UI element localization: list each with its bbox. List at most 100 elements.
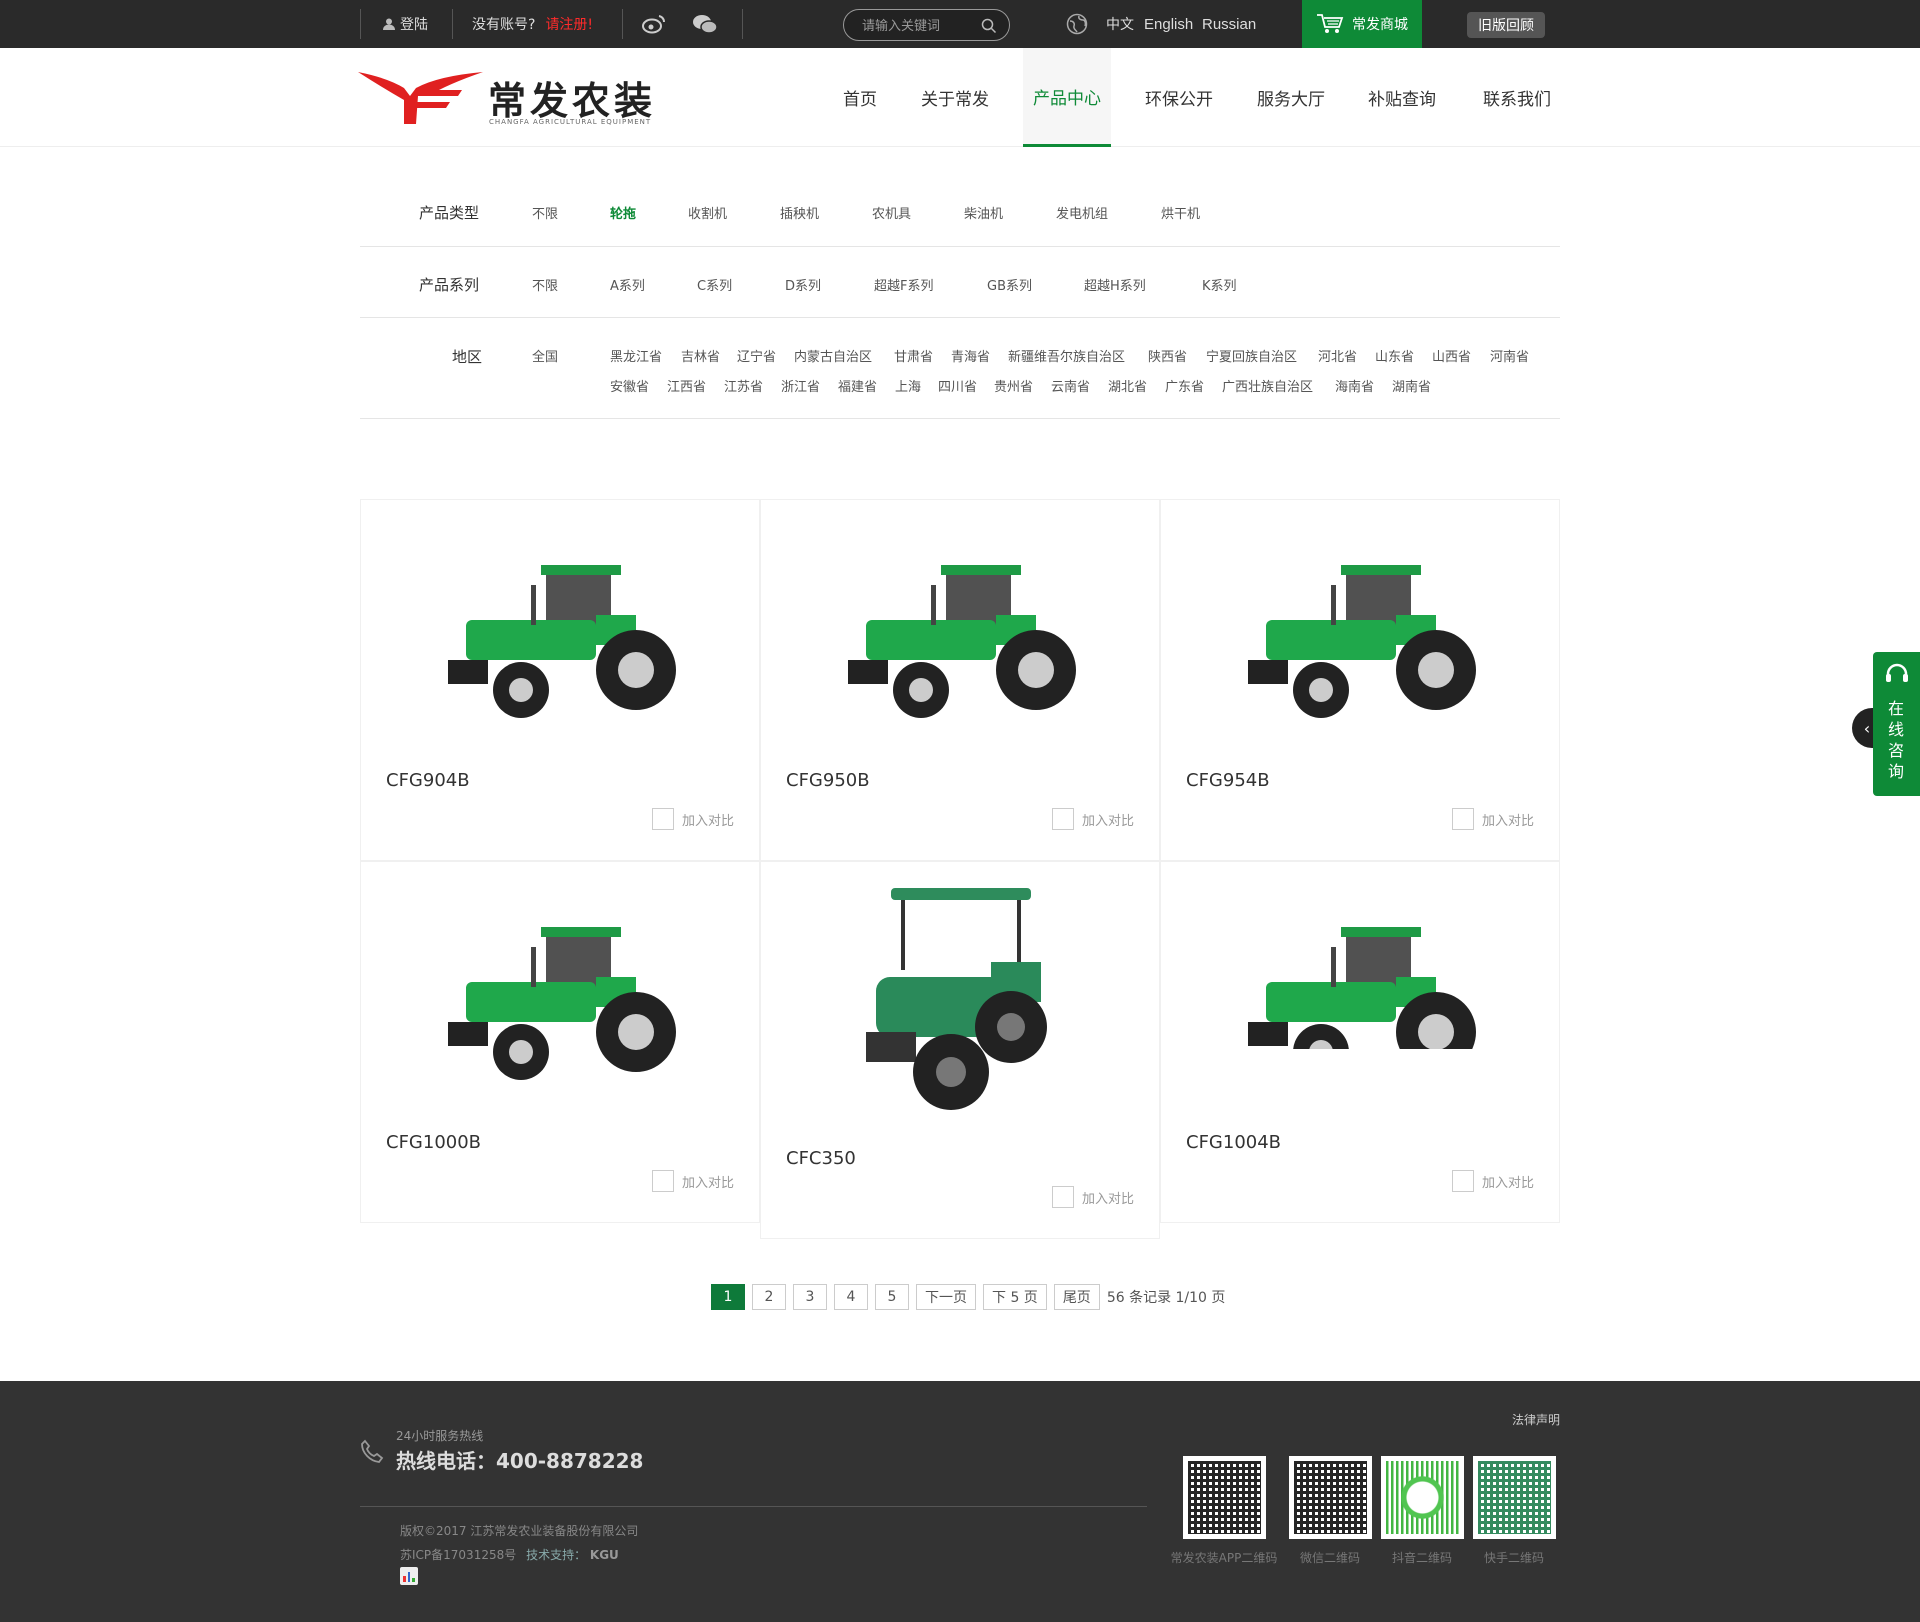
compare-toggle[interactable]: 加入对比 <box>1051 808 1134 830</box>
register-link[interactable]: 请注册! <box>545 14 593 34</box>
compare-toggle[interactable]: 加入对比 <box>1451 808 1534 830</box>
filter-series-option[interactable]: 超越H系列 <box>1084 275 1146 294</box>
compare-toggle[interactable]: 加入对比 <box>651 1170 734 1192</box>
region-option[interactable]: 湖南省 <box>1392 376 1431 395</box>
search-icon[interactable] <box>981 18 997 34</box>
product-card[interactable]: CFG950B 加入对比 <box>760 499 1160 861</box>
nav-about[interactable]: 关于常发 <box>910 48 1000 147</box>
compare-toggle[interactable]: 加入对比 <box>651 808 734 830</box>
filter-series-option[interactable]: 不限 <box>532 275 558 294</box>
region-option[interactable]: 内蒙古自治区 <box>794 346 872 365</box>
region-option[interactable]: 新疆维吾尔族自治区 <box>1008 346 1125 365</box>
region-option[interactable]: 吉林省 <box>681 346 720 365</box>
filter-type-option[interactable]: 农机具 <box>872 203 911 222</box>
product-card[interactable]: CFC350 加入对比 <box>760 861 1160 1239</box>
login-link[interactable]: 登陆 <box>382 0 428 48</box>
region-option[interactable]: 黑龙江省 <box>610 346 662 365</box>
product-card[interactable]: CFG1000B 加入对比 <box>360 861 760 1223</box>
filter-type-option[interactable]: 不限 <box>532 203 558 222</box>
old-version-button[interactable]: 旧版回顾 <box>1467 12 1545 38</box>
nav-environment[interactable]: 环保公开 <box>1134 48 1224 147</box>
product-card[interactable]: CFG1004B 加入对比 <box>1160 861 1560 1223</box>
filter-type-option[interactable]: 插秧机 <box>780 203 819 222</box>
product-name[interactable]: CFG1000B <box>386 1132 481 1153</box>
filter-series-option[interactable]: K系列 <box>1202 275 1237 294</box>
shop-button[interactable]: 常发商城 <box>1302 0 1422 48</box>
region-option[interactable]: 河南省 <box>1490 346 1529 365</box>
wechat-icon[interactable] <box>692 0 718 48</box>
search-input[interactable] <box>862 16 977 36</box>
product-name[interactable]: CFG904B <box>386 770 470 791</box>
next-page-button[interactable]: 下一页 <box>916 1284 976 1310</box>
region-option[interactable]: 陕西省 <box>1148 346 1187 365</box>
filter-series-option[interactable]: D系列 <box>785 275 821 294</box>
region-option[interactable]: 甘肃省 <box>894 346 933 365</box>
next-5-pages-button[interactable]: 下 5 页 <box>983 1284 1047 1310</box>
region-option[interactable]: 广东省 <box>1165 376 1204 395</box>
compare-checkbox[interactable] <box>1051 1186 1074 1208</box>
product-name[interactable]: CFC350 <box>786 1148 856 1169</box>
filter-type-option[interactable]: 柴油机 <box>964 203 1003 222</box>
filter-series-option[interactable]: GB系列 <box>987 275 1032 294</box>
online-consult-tab[interactable]: 在 线 咨 询 <box>1873 652 1920 796</box>
filter-region-row: 地区 全国 黑龙江省 吉林省 辽宁省 内蒙古自治区 甘肃省 青海省 新疆维吾尔族… <box>360 318 1560 419</box>
region-option[interactable]: 江苏省 <box>724 376 763 395</box>
last-page-button[interactable]: 尾页 <box>1053 1284 1100 1310</box>
filter-series-option[interactable]: 超越F系列 <box>874 275 933 294</box>
nav-contact[interactable]: 联系我们 <box>1468 48 1566 147</box>
compare-checkbox[interactable] <box>1051 808 1074 830</box>
page-button[interactable]: 2 <box>752 1284 786 1310</box>
product-card[interactable]: CFG954B 加入对比 <box>1160 499 1560 861</box>
product-card[interactable]: CFG904B 加入对比 <box>360 499 760 861</box>
tech-support-brand[interactable]: KGU <box>590 1548 619 1562</box>
region-option[interactable]: 海南省 <box>1335 376 1374 395</box>
compare-checkbox[interactable] <box>651 808 674 830</box>
region-option[interactable]: 湖北省 <box>1108 376 1147 395</box>
compare-checkbox[interactable] <box>651 1170 674 1192</box>
page-button[interactable]: 5 <box>875 1284 909 1310</box>
region-option[interactable]: 山西省 <box>1432 346 1471 365</box>
icp-link[interactable]: 苏ICP备17031258号 <box>400 1548 516 1562</box>
region-option[interactable]: 四川省 <box>938 376 977 395</box>
filter-type-option[interactable]: 收割机 <box>688 203 727 222</box>
page-button-current[interactable]: 1 <box>711 1284 745 1310</box>
region-option[interactable]: 青海省 <box>951 346 990 365</box>
nav-products[interactable]: 产品中心 <box>1023 48 1111 147</box>
lang-cn[interactable]: 中文 <box>1106 14 1134 34</box>
stats-icon[interactable] <box>400 1567 418 1585</box>
lang-en[interactable]: English <box>1144 16 1193 33</box>
region-option[interactable]: 福建省 <box>838 376 877 395</box>
page-button[interactable]: 3 <box>793 1284 827 1310</box>
product-name[interactable]: CFG954B <box>1186 770 1270 791</box>
filter-series-option[interactable]: A系列 <box>610 275 645 294</box>
nav-home[interactable]: 首页 <box>820 48 900 147</box>
page-button[interactable]: 4 <box>834 1284 868 1310</box>
region-option[interactable]: 江西省 <box>667 376 706 395</box>
region-option[interactable]: 贵州省 <box>994 376 1033 395</box>
region-option[interactable]: 云南省 <box>1051 376 1090 395</box>
region-option[interactable]: 上海 <box>895 376 921 395</box>
region-option[interactable]: 广西壮族自治区 <box>1222 376 1313 395</box>
filter-series-option[interactable]: C系列 <box>697 275 732 294</box>
region-option[interactable]: 宁夏回族自治区 <box>1206 346 1297 365</box>
compare-checkbox[interactable] <box>1451 1170 1474 1192</box>
region-option[interactable]: 浙江省 <box>781 376 820 395</box>
legal-notice-link[interactable]: 法律声明 <box>1512 1411 1560 1428</box>
filter-type-option[interactable]: 发电机组 <box>1056 203 1108 222</box>
lang-ru[interactable]: Russian <box>1202 16 1256 33</box>
product-name[interactable]: CFG950B <box>786 770 870 791</box>
compare-checkbox[interactable] <box>1451 808 1474 830</box>
filter-type-option-selected[interactable]: 轮拖 <box>610 203 636 222</box>
compare-toggle[interactable]: 加入对比 <box>1051 1186 1134 1208</box>
filter-region-all[interactable]: 全国 <box>532 346 558 365</box>
filter-type-option[interactable]: 烘干机 <box>1161 203 1200 222</box>
weibo-icon[interactable] <box>642 0 666 48</box>
product-name[interactable]: CFG1004B <box>1186 1132 1281 1153</box>
region-option[interactable]: 河北省 <box>1318 346 1357 365</box>
region-option[interactable]: 山东省 <box>1375 346 1414 365</box>
nav-subsidy[interactable]: 补贴查询 <box>1357 48 1447 147</box>
compare-toggle[interactable]: 加入对比 <box>1451 1170 1534 1192</box>
region-option[interactable]: 安徽省 <box>610 376 649 395</box>
region-option[interactable]: 辽宁省 <box>737 346 776 365</box>
nav-service[interactable]: 服务大厅 <box>1246 48 1336 147</box>
